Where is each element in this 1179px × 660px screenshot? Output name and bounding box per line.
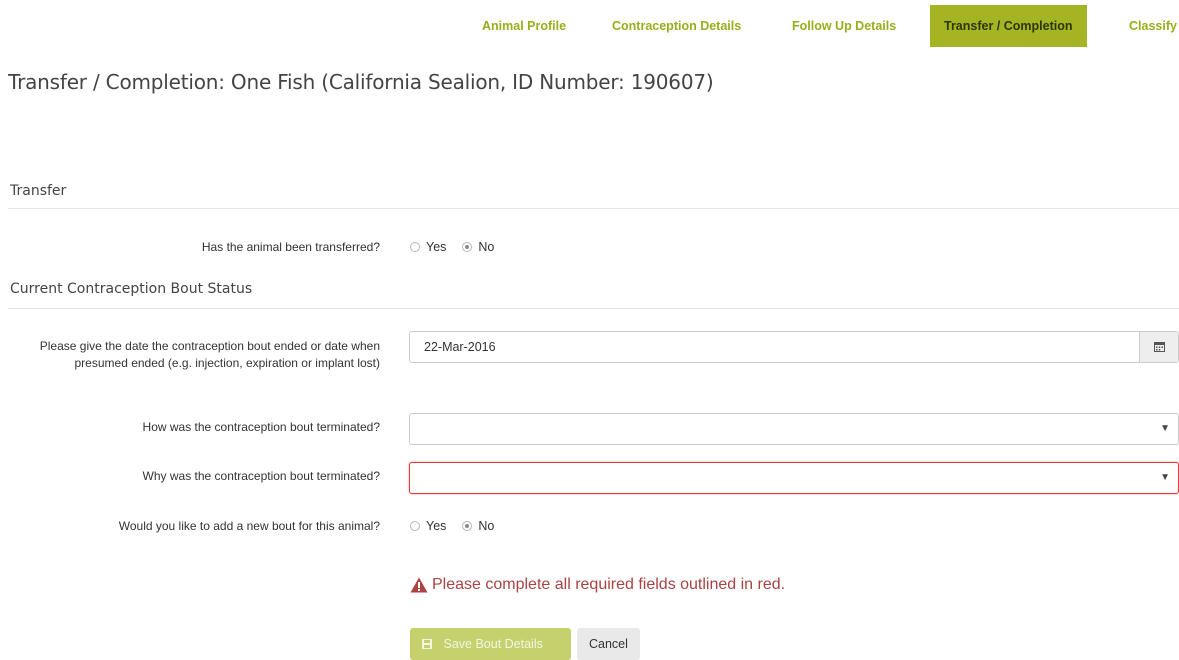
how-terminated-select[interactable]: ▼ bbox=[409, 413, 1179, 445]
validation-text: Please complete all required fields outl… bbox=[432, 576, 786, 593]
new-bout-no-radio[interactable] bbox=[462, 521, 473, 531]
transferred-yes-radio[interactable] bbox=[410, 242, 420, 252]
why-terminated-label: Why was the contraception bout terminate… bbox=[142, 469, 380, 483]
calendar-icon bbox=[1153, 342, 1165, 352]
section-tabs: Animal Profile Contraception Details Fol… bbox=[470, 0, 1179, 47]
transferred-yes-label[interactable]: Yes bbox=[426, 240, 446, 254]
chevron-down-icon: ▼ bbox=[1160, 423, 1170, 434]
chevron-down-icon: ▼ bbox=[1160, 472, 1170, 483]
end-date-label: Please give the date the contraception b… bbox=[39, 339, 380, 370]
tab-follow-up-details[interactable]: Follow Up Details bbox=[792, 5, 896, 47]
bout-status-section-title: Current Contraception Bout Status bbox=[10, 281, 253, 297]
end-date-value: 22-Mar-2016 bbox=[424, 340, 496, 354]
tab-animal-profile[interactable]: Animal Profile bbox=[482, 5, 566, 47]
warning-icon bbox=[410, 577, 428, 593]
new-bout-yes-radio[interactable] bbox=[410, 521, 420, 531]
new-bout-no-label[interactable]: No bbox=[478, 519, 494, 533]
divider bbox=[8, 308, 1179, 309]
calendar-button[interactable] bbox=[1139, 332, 1178, 362]
end-date-input[interactable]: 22-Mar-2016 bbox=[409, 331, 1179, 363]
how-terminated-label: How was the contraception bout terminate… bbox=[142, 420, 380, 434]
save-button-label: Save Bout Details bbox=[443, 637, 543, 651]
why-terminated-select[interactable]: ▼ bbox=[409, 462, 1179, 494]
transfer-section-title: Transfer bbox=[10, 183, 67, 199]
tab-transfer-completion[interactable]: Transfer / Completion bbox=[930, 5, 1087, 47]
transferred-question-label: Has the animal been transferred? bbox=[201, 240, 380, 254]
tab-contraception-details[interactable]: Contraception Details bbox=[612, 5, 741, 47]
cancel-button[interactable]: Cancel bbox=[577, 628, 640, 660]
transferred-radio-group: Yes No bbox=[410, 240, 504, 254]
transferred-no-radio[interactable] bbox=[462, 242, 473, 252]
new-bout-question-label: Would you like to add a new bout for thi… bbox=[118, 519, 380, 533]
validation-message: Please complete all required fields outl… bbox=[410, 576, 785, 594]
divider bbox=[8, 208, 1179, 209]
tab-classify[interactable]: Classify bbox=[1129, 5, 1177, 47]
transferred-no-label[interactable]: No bbox=[478, 240, 494, 254]
page-title: Transfer / Completion: One Fish (Califor… bbox=[8, 70, 714, 94]
new-bout-radio-group: Yes No bbox=[410, 519, 504, 533]
save-icon bbox=[422, 639, 432, 649]
save-bout-details-button[interactable]: Save Bout Details bbox=[410, 628, 571, 660]
new-bout-yes-label[interactable]: Yes bbox=[426, 519, 446, 533]
